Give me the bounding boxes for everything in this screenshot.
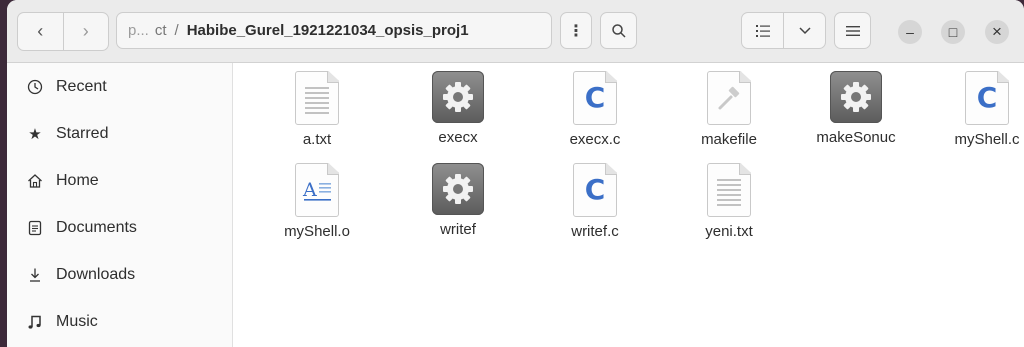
sidebar-item-downloads[interactable]: Downloads bbox=[7, 251, 232, 298]
chevron-right-icon: › bbox=[82, 21, 89, 41]
close-icon: × bbox=[992, 22, 1002, 41]
sidebar-item-label: Starred bbox=[56, 124, 109, 142]
view-dropdown-button[interactable] bbox=[783, 13, 825, 48]
file-item[interactable]: C execx.c bbox=[535, 71, 655, 148]
chevron-down-icon bbox=[798, 26, 811, 34]
object-file-icon: A bbox=[295, 163, 339, 217]
file-item[interactable]: execx bbox=[398, 71, 518, 146]
executable-gear-icon bbox=[432, 71, 484, 123]
sidebar-item-home[interactable]: Home bbox=[7, 157, 232, 204]
file-name: makeSonuc bbox=[816, 129, 896, 146]
folder-menu-button[interactable]: ⋮ bbox=[560, 12, 592, 49]
file-item[interactable]: yeni.txt bbox=[669, 163, 789, 240]
makefile-hammer-icon bbox=[707, 71, 751, 125]
path-bar[interactable]: p... ct / Habibe_Gurel_1921221034_opsis_… bbox=[116, 12, 552, 49]
sidebar-item-starred[interactable]: ★ Starred bbox=[7, 110, 232, 157]
file-name: a.txt bbox=[302, 131, 332, 148]
c-source-file-icon: C bbox=[573, 163, 617, 217]
back-button[interactable]: ‹ bbox=[18, 13, 63, 50]
star-icon: ★ bbox=[28, 125, 42, 143]
close-button[interactable]: × bbox=[985, 20, 1009, 44]
file-name: execx bbox=[438, 129, 478, 146]
c-source-file-icon: C bbox=[573, 71, 617, 125]
file-name: writef bbox=[440, 221, 476, 238]
minimize-icon: – bbox=[906, 24, 914, 40]
list-view-button[interactable] bbox=[742, 13, 783, 48]
download-icon bbox=[26, 267, 44, 283]
path-segment-parent[interactable]: ct bbox=[155, 22, 167, 39]
maximize-button[interactable]: □ bbox=[941, 20, 965, 44]
sidebar-item-label: Music bbox=[56, 312, 98, 330]
file-name: writef.c bbox=[571, 223, 619, 240]
headerbar: ‹ › p... ct / Habibe_Gurel_1921221034_op… bbox=[7, 0, 1024, 63]
file-grid: a.txt execx C execx.c makefile makeSonuc… bbox=[233, 63, 1024, 347]
file-item[interactable]: writef bbox=[398, 163, 518, 238]
sidebar-item-label: Documents bbox=[56, 218, 137, 236]
file-manager-window: ‹ › p... ct / Habibe_Gurel_1921221034_op… bbox=[7, 0, 1024, 347]
file-item[interactable]: makeSonuc bbox=[796, 71, 916, 146]
sidebar-item-label: Downloads bbox=[56, 265, 136, 283]
file-item[interactable]: C writef.c bbox=[535, 163, 655, 240]
chevron-left-icon: ‹ bbox=[37, 21, 44, 41]
maximize-icon: □ bbox=[948, 24, 958, 40]
vertical-dots-icon: ⋮ bbox=[568, 22, 584, 40]
file-name: myShell.c bbox=[954, 131, 1020, 148]
file-name: execx.c bbox=[569, 131, 621, 148]
path-segment-truncated[interactable]: p... bbox=[128, 22, 149, 39]
home-icon bbox=[26, 173, 44, 189]
file-name: makefile bbox=[701, 131, 757, 148]
file-item[interactable]: a.txt bbox=[257, 71, 377, 148]
svg-text:A: A bbox=[302, 179, 317, 201]
sidebar-item-music[interactable]: Music bbox=[7, 298, 232, 345]
sidebar-item-recent[interactable]: Recent bbox=[7, 63, 232, 110]
main-menu-button[interactable] bbox=[834, 12, 871, 49]
c-source-file-icon: C bbox=[965, 71, 1009, 125]
document-icon bbox=[26, 220, 44, 236]
sidebar-item-documents[interactable]: Documents bbox=[7, 204, 232, 251]
executable-gear-icon bbox=[830, 71, 882, 123]
file-item[interactable]: makefile bbox=[669, 71, 789, 148]
navigation-buttons: ‹ › bbox=[17, 12, 109, 51]
sidebar-item-label: Recent bbox=[56, 77, 107, 95]
executable-gear-icon bbox=[432, 163, 484, 215]
file-item[interactable]: A myShell.o bbox=[257, 163, 377, 240]
music-icon bbox=[26, 314, 44, 330]
file-name: myShell.o bbox=[284, 223, 350, 240]
hamburger-menu-icon bbox=[845, 25, 860, 36]
view-options bbox=[741, 12, 826, 49]
file-item[interactable]: C myShell.c bbox=[927, 71, 1024, 148]
search-button[interactable] bbox=[600, 12, 637, 49]
text-file-icon bbox=[707, 163, 751, 217]
minimize-button[interactable]: – bbox=[898, 20, 922, 44]
sidebar-item-label: Home bbox=[56, 171, 99, 189]
file-name: yeni.txt bbox=[705, 223, 753, 240]
text-file-icon bbox=[295, 71, 339, 125]
forward-button[interactable]: › bbox=[62, 13, 109, 50]
clock-icon bbox=[26, 79, 44, 95]
path-segment-current[interactable]: Habibe_Gurel_1921221034_opsis_proj1 bbox=[187, 22, 469, 39]
path-separator: / bbox=[174, 22, 179, 39]
search-icon bbox=[611, 23, 626, 38]
sidebar: Recent ★ Starred Home Documents Download… bbox=[7, 63, 233, 347]
list-view-icon bbox=[755, 24, 770, 37]
